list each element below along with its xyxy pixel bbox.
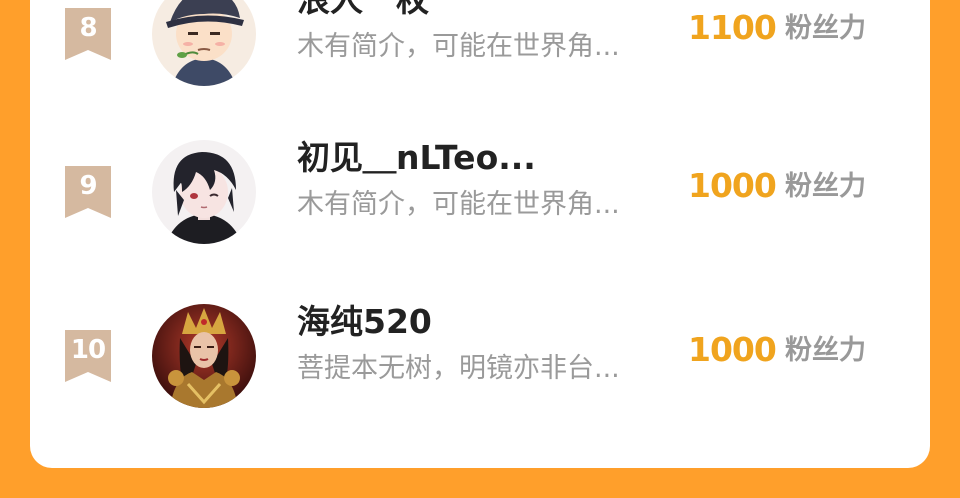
user-bio: 木有简介，可能在世界角...: [297, 31, 620, 62]
user-name[interactable]: 初见＿nLTeo...: [297, 138, 536, 178]
leaderboard-row[interactable]: 9 初见＿nLTeo... 木有简介，可能在世界角... 1000 粉丝力: [30, 138, 930, 248]
rank-number: 10: [70, 335, 106, 365]
fan-power-unit: 粉丝力: [785, 13, 866, 44]
user-name[interactable]: 浪人一枚: [297, 0, 429, 20]
fan-power-unit: 粉丝力: [785, 335, 866, 366]
fan-power-score: 1000: [688, 166, 777, 205]
fan-power-score: 1100: [688, 8, 777, 47]
user-bio: 菩提本无树，明镜亦非台...: [297, 353, 620, 384]
avatar[interactable]: [152, 0, 256, 86]
rank-ribbon-badge: 9: [65, 166, 111, 218]
avatar[interactable]: [152, 140, 256, 244]
fantasy-queen-avatar: [152, 304, 256, 408]
user-bio: 木有简介，可能在世界角...: [297, 189, 620, 220]
rank-ribbon-badge: 10: [65, 330, 111, 382]
avatar[interactable]: [152, 304, 256, 408]
leaderboard-row[interactable]: 10 海纯520 菩提本无树，明镜亦非台... 1000 粉丝力: [30, 302, 930, 412]
fan-power-unit: 粉丝力: [785, 171, 866, 202]
cartoon-boy-avatar: [152, 0, 256, 86]
fan-power-score: 1000: [688, 330, 777, 369]
leaderboard-row[interactable]: 8 木有简介，可能在世界角... 1100 粉丝力: [30, 0, 930, 90]
leaderboard-card: 8 木有简介，可能在世界角... 1100 粉丝力 9 初见＿nLTeo... …: [30, 0, 930, 468]
anime-boy-avatar: [152, 140, 256, 244]
rank-number: 9: [79, 171, 97, 201]
rank-number: 8: [79, 13, 97, 43]
user-name[interactable]: 海纯520: [297, 302, 432, 342]
rank-ribbon-badge: 8: [65, 8, 111, 60]
